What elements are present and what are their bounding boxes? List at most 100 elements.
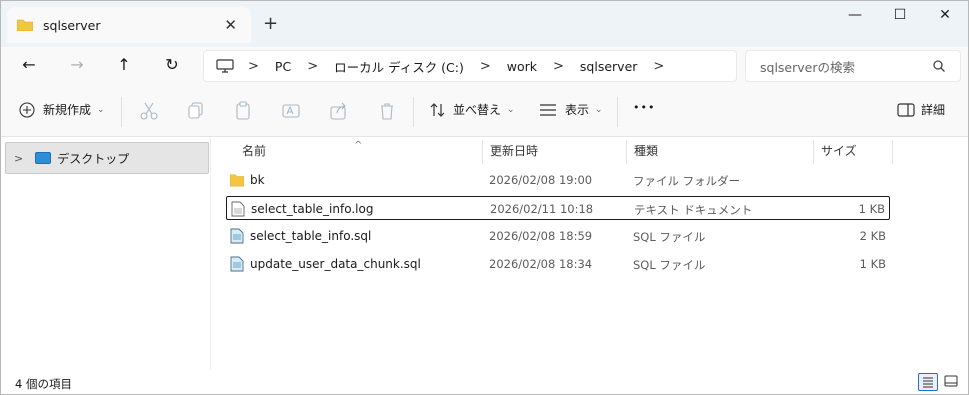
file-row[interactable]: bk 2026/02/08 19:00 ファイル フォルダー (226, 168, 890, 192)
sort-ascending-icon: ^ (354, 140, 363, 151)
file-name: update_user_data_chunk.sql (250, 257, 421, 271)
command-bar: 新規作成 ⌄ 並べ替え ⌄ 表示 ⌄ ••• 詳細 (1, 87, 968, 137)
breadcrumb-separator: > (653, 58, 665, 74)
column-header-name[interactable]: 名前 ^ (242, 140, 362, 162)
breadcrumb-work[interactable]: work (507, 59, 537, 74)
column-divider[interactable] (626, 140, 627, 164)
details-pane-button[interactable]: 詳細 (897, 101, 945, 118)
more-label: ••• (633, 101, 656, 114)
breadcrumb-separator: > (248, 58, 259, 74)
tiles-view-button[interactable] (942, 373, 962, 391)
forward-button[interactable]: → (64, 55, 90, 77)
desktop-icon (35, 152, 52, 164)
file-size: 2 KB (859, 229, 886, 243)
chevron-down-icon: ⌄ (97, 104, 105, 115)
file-row[interactable]: update_user_data_chunk.sql 2026/02/08 18… (226, 252, 890, 276)
rename-icon[interactable] (280, 101, 302, 121)
plus-circle-icon (19, 101, 35, 118)
details-label: 詳細 (921, 103, 946, 117)
tab-sqlserver[interactable]: sqlserver ✕ (7, 7, 251, 43)
navigation-bar: ← → ↑ ↻ > PC > ローカル ディスク (C:) > work > s… (1, 47, 968, 87)
file-name: select_table_info.sql (250, 229, 372, 243)
sidebar-item-label: デスクトップ (57, 151, 130, 166)
pc-icon (216, 59, 234, 73)
address-bar[interactable]: > PC > ローカル ディスク (C:) > work > sqlserver… (203, 50, 737, 82)
file-type: SQL ファイル (633, 230, 706, 244)
close-window-button[interactable]: ✕ (923, 7, 967, 27)
chevron-right-icon[interactable]: > (14, 152, 23, 165)
file-size: 1 KB (858, 202, 885, 216)
search-placeholder: sqlserverの検索 (760, 59, 855, 75)
breadcrumb-separator: > (479, 58, 491, 74)
item-count: 4 個の項目 (15, 377, 72, 391)
column-divider[interactable] (892, 140, 893, 164)
search-icon (933, 60, 945, 72)
breadcrumb-separator: > (307, 58, 319, 74)
file-size: 1 KB (859, 257, 886, 271)
chevron-down-icon: ⌄ (507, 104, 515, 115)
file-type: テキスト ドキュメント (634, 203, 753, 217)
file-date: 2026/02/08 18:59 (489, 229, 593, 243)
file-row[interactable]: select_table_info.sql 2026/02/08 18:59 S… (226, 224, 890, 248)
cut-icon[interactable] (138, 101, 160, 121)
details-pane-icon (897, 102, 915, 117)
file-explorer-window: sqlserver ✕ + — ☐ ✕ ← → ↑ ↻ > PC > ローカル … (0, 0, 969, 395)
view-label: 表示 (565, 103, 590, 117)
minimize-button[interactable]: — (833, 7, 877, 27)
column-divider[interactable] (813, 140, 814, 164)
file-list: 名前 ^ 更新日時 種類 サイズ bk 2026/02/08 19:00 ファイ… (212, 138, 968, 370)
file-type: ファイル フォルダー (633, 174, 741, 188)
breadcrumb-separator: > (553, 58, 564, 74)
text-file-icon (231, 201, 245, 217)
file-name: bk (250, 173, 265, 187)
folder-icon (230, 174, 244, 187)
chevron-down-icon: ⌄ (595, 104, 603, 115)
paste-icon[interactable] (232, 101, 254, 121)
new-tab-button[interactable]: + (263, 13, 278, 34)
breadcrumb-sqlserver[interactable]: sqlserver (580, 59, 638, 74)
sidebar-item-desktop[interactable]: > デスクトップ (5, 142, 209, 174)
divider (413, 97, 414, 127)
share-icon[interactable] (328, 101, 350, 121)
column-header-type[interactable]: 種類 (634, 142, 658, 162)
file-row[interactable]: select_table_info.log 2026/02/11 10:18 テ… (226, 196, 890, 220)
file-date: 2026/02/11 10:18 (490, 202, 594, 216)
column-header-date[interactable]: 更新日時 (490, 142, 538, 162)
back-button[interactable]: ← (16, 55, 42, 77)
breadcrumb-pc[interactable]: PC (275, 59, 291, 74)
column-divider[interactable] (482, 140, 483, 164)
close-tab-icon[interactable]: ✕ (224, 16, 237, 34)
sort-label: 並べ替え (453, 103, 502, 117)
tiles-view-icon (944, 375, 958, 387)
copy-icon[interactable] (185, 101, 207, 121)
divider (121, 97, 122, 127)
file-date: 2026/02/08 18:34 (489, 257, 593, 271)
sort-button[interactable]: 並べ替え ⌄ (429, 101, 515, 118)
sql-file-icon (230, 228, 244, 244)
delete-icon[interactable] (376, 101, 398, 121)
sql-file-icon (230, 256, 244, 272)
status-bar: 4 個の項目 (1, 370, 968, 394)
title-bar: sqlserver ✕ + — ☐ ✕ (1, 1, 968, 47)
details-view-button[interactable] (918, 373, 938, 391)
view-button[interactable]: 表示 ⌄ (539, 101, 603, 118)
search-input[interactable]: sqlserverの検索 (745, 50, 961, 82)
folder-icon (17, 19, 33, 31)
tab-title: sqlserver (43, 17, 101, 33)
sort-icon (430, 102, 445, 117)
breadcrumb-local-disk[interactable]: ローカル ディスク (C:) (334, 57, 464, 76)
navigation-pane: > デスクトップ (1, 138, 211, 370)
file-type: SQL ファイル (633, 258, 706, 272)
new-label: 新規作成 (43, 103, 92, 117)
more-options-button[interactable]: ••• (633, 101, 655, 114)
column-header-size[interactable]: サイズ (821, 142, 857, 162)
new-button[interactable]: 新規作成 ⌄ (19, 101, 105, 118)
file-date: 2026/02/08 19:00 (489, 173, 593, 187)
refresh-button[interactable]: ↻ (159, 55, 185, 77)
maximize-button[interactable]: ☐ (878, 7, 922, 27)
up-button[interactable]: ↑ (111, 55, 137, 77)
details-view-icon (923, 377, 933, 388)
view-list-icon (540, 103, 556, 116)
divider (617, 97, 618, 127)
file-name: select_table_info.log (251, 202, 374, 216)
